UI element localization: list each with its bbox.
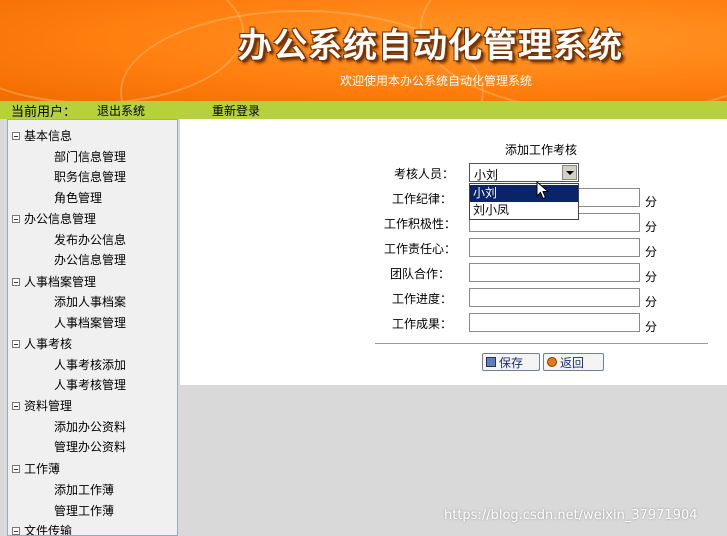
unit-label: 分 [645,220,658,234]
unit-label: 分 [645,245,658,259]
form-divider [375,343,708,344]
unit-label: 分 [645,295,658,309]
sidebar-group-label: 资料管理 [24,399,73,413]
field-label-results: 工作成果： [392,317,453,331]
floppy-disk-icon [486,357,496,367]
sidebar-item-add-workbook[interactable]: 添加工作薄 [54,481,114,498]
dropdown-option[interactable]: 小刘 [470,185,578,202]
sidebar-group-label: 人事考核 [24,337,73,351]
sidebar-group-label: 办公信息管理 [24,212,97,226]
sidebar-item-dept[interactable]: 部门信息管理 [54,148,126,165]
responsibility-input[interactable] [469,238,640,257]
sidebar-group-office-info[interactable]: 办公信息管理 [12,210,96,227]
sidebar-group-materials[interactable]: 资料管理 [12,397,72,414]
unit-label: 分 [645,320,658,334]
field-label-responsibility: 工作责任心： [384,242,457,256]
person-label: 考核人员： [394,167,455,181]
sidebar-item-publish-info[interactable]: 发布办公信息 [54,231,126,248]
sidebar-nav: 基本信息 部门信息管理 职务信息管理 角色管理 办公信息管理 发布办公信息 办公… [7,119,178,536]
unit-label: 分 [645,270,658,284]
collapse-icon[interactable] [12,131,20,140]
collapse-icon[interactable] [12,339,20,348]
return-icon [547,357,557,367]
collapse-icon[interactable] [12,464,20,473]
person-select-value: 小刘 [474,168,499,182]
app-title: 办公系统自动化管理系统 [238,26,623,66]
sidebar-group-label: 人事档案管理 [24,275,97,289]
user-bar: 当前用户： 退出系统 重新登录 [0,101,727,120]
collapse-icon[interactable] [12,277,20,286]
collapse-icon[interactable] [12,214,20,223]
relogin-link[interactable]: 重新登录 [212,102,260,119]
sidebar-item-manage-workbook[interactable]: 管理工作薄 [54,502,114,519]
sidebar-group-workbook[interactable]: 工作薄 [12,460,60,477]
sidebar-item-role[interactable]: 角色管理 [54,189,102,206]
current-user-label: 当前用户： [11,105,77,120]
sidebar-group-label: 文件传输 [24,524,73,536]
save-button[interactable]: 保存 [482,353,540,371]
sidebar-item-manage-info[interactable]: 办公信息管理 [54,251,126,268]
person-select[interactable]: 小刘 [469,163,579,182]
progress-input[interactable] [469,288,640,307]
field-label-teamwork: 团队合作： [390,267,451,281]
sidebar-group-file-transfer[interactable]: 文件传输 [12,522,73,536]
sidebar-group-label: 工作薄 [24,462,61,476]
collapse-icon[interactable] [12,526,20,535]
sidebar-item-manage-hr-file[interactable]: 人事档案管理 [54,314,126,331]
field-label-initiative: 工作积极性： [384,217,457,231]
sidebar-item-add-assessment[interactable]: 人事考核添加 [54,356,126,373]
sidebar-group-hr-assessment[interactable]: 人事考核 [12,335,72,352]
results-input[interactable] [469,313,640,332]
back-button-label: 返回 [560,355,585,370]
header-banner: 办公系统自动化管理系统 欢迎使用本办公系统自动化管理系统 [0,0,727,101]
unit-label: 分 [645,195,658,209]
logout-link[interactable]: 退出系统 [97,102,145,119]
app-subtitle: 欢迎使用本办公系统自动化管理系统 [340,74,533,88]
chevron-down-icon[interactable] [562,165,577,180]
back-button[interactable]: 返回 [543,353,604,371]
teamwork-input[interactable] [469,263,640,282]
person-dropdown-list: 小刘 刘小凤 [469,183,579,220]
field-label-progress: 工作进度： [392,292,453,306]
sidebar-item-position[interactable]: 职务信息管理 [54,168,126,185]
form-title: 添加工作考核 [505,143,578,157]
sidebar-item-add-hr-file[interactable]: 添加人事档案 [54,293,126,310]
sidebar-item-manage-material[interactable]: 管理办公资料 [54,438,126,455]
mouse-cursor-icon [536,181,550,200]
save-button-label: 保存 [499,355,524,370]
watermark: https://blog.csdn.net/weixin_37971904 [444,508,698,523]
sidebar-group-basic-info[interactable]: 基本信息 [12,127,72,144]
sidebar-group-hr-files[interactable]: 人事档案管理 [12,273,96,290]
collapse-icon[interactable] [12,401,20,410]
field-label-discipline: 工作纪律： [392,192,453,206]
sidebar-group-label: 基本信息 [24,129,73,143]
sidebar-item-manage-assessment[interactable]: 人事考核管理 [54,376,126,393]
sidebar-item-add-material[interactable]: 添加办公资料 [54,418,126,435]
dropdown-option[interactable]: 刘小凤 [470,202,578,219]
